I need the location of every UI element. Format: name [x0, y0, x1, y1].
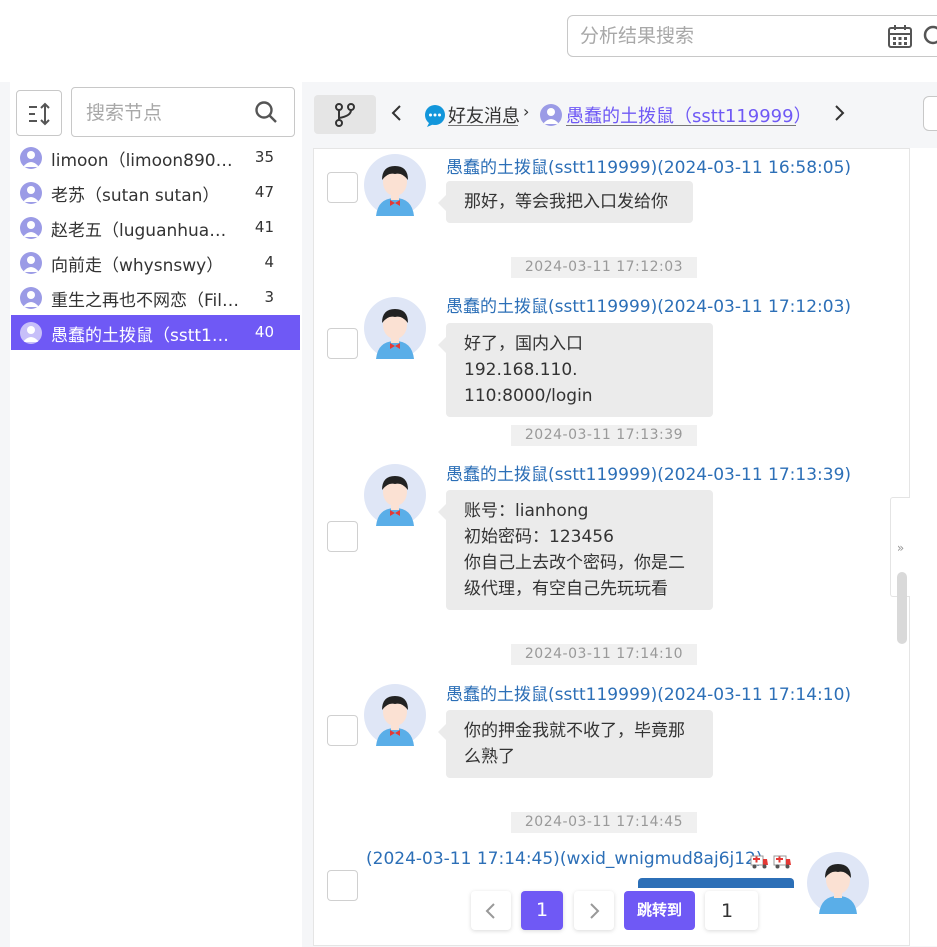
- breadcrumb-separator: ›: [523, 102, 530, 121]
- friend-name: limoon（limoon890…: [51, 151, 233, 171]
- user-avatar-icon: [20, 322, 42, 344]
- analysis-search-box[interactable]: [567, 15, 937, 57]
- friend-item[interactable]: 重生之再也不网恋（Fil… 3: [11, 280, 300, 315]
- timestamp-divider: 2024-03-11 17:13:39: [511, 425, 697, 446]
- message-text: 么熟了: [464, 747, 515, 767]
- user-avatar-icon: [20, 147, 42, 169]
- user-avatar-icon: [20, 252, 42, 274]
- user-avatar-icon: [20, 182, 42, 204]
- friend-name: 愚蠢的土拨鼠（sstt1…: [51, 326, 229, 346]
- message-count: 4: [264, 253, 274, 271]
- message-text: 好了，国内入口192.168.110.: [464, 334, 583, 380]
- friend-item[interactable]: 向前走（whysnswy） 4: [11, 245, 300, 280]
- sort-icon: [29, 102, 50, 126]
- message-text: 110:8000/login: [464, 386, 593, 406]
- message-meta: (2024-03-11 17:14:45)(wxid_wnigmud8aj6j1…: [366, 849, 763, 869]
- chevron-right-icon[interactable]: [832, 102, 846, 128]
- friend-item[interactable]: 老苏（sutan sutan） 47: [11, 175, 300, 210]
- chevron-left-icon[interactable]: [390, 102, 404, 128]
- message-meta: 愚蠢的土拨鼠(sstt119999)(2024-03-11 17:14:10): [446, 685, 852, 705]
- chevron-right-icon: [590, 903, 600, 919]
- message-count: 41: [254, 218, 274, 236]
- user-avatar-icon: [364, 297, 426, 359]
- user-avatar-icon: [540, 104, 562, 126]
- toolbar-button[interactable]: [923, 96, 937, 131]
- message-count: 47: [254, 183, 274, 201]
- message-bubble-self: [638, 878, 794, 888]
- message-checkbox[interactable]: [327, 328, 358, 359]
- node-search-box[interactable]: [71, 87, 295, 137]
- user-avatar-icon: [364, 464, 426, 526]
- message-text: 级代理，有空自己先玩玩看: [464, 579, 668, 599]
- ambulance-icon: [773, 855, 791, 869]
- friend-item-active[interactable]: 愚蠢的土拨鼠（sstt1… 40: [11, 315, 300, 350]
- message-meta: 愚蠢的土拨鼠(sstt119999)(2024-03-11 17:13:39): [446, 465, 852, 485]
- side-panel: [910, 148, 937, 946]
- calendar-icon[interactable]: [887, 24, 913, 54]
- user-avatar-icon: [807, 852, 869, 914]
- message-meta: 愚蠢的土拨鼠(sstt119999)(2024-03-11 17:12:03): [446, 297, 852, 317]
- search-icon[interactable]: [922, 24, 937, 54]
- friend-name: 重生之再也不网恋（Fil…: [51, 291, 239, 311]
- user-avatar-icon: [20, 287, 42, 309]
- jump-page-input[interactable]: [705, 891, 758, 930]
- timestamp-divider: 2024-03-11 17:14:45: [511, 812, 697, 833]
- chevron-left-icon: [485, 903, 495, 919]
- message-count: 40: [254, 323, 274, 341]
- message-checkbox[interactable]: [327, 172, 358, 203]
- node-search-input[interactable]: [86, 100, 246, 126]
- breadcrumb-underline: [566, 125, 796, 126]
- search-icon[interactable]: [254, 100, 278, 130]
- analysis-search-input[interactable]: [580, 24, 870, 48]
- message-text: 账号：lianhong: [464, 501, 589, 521]
- timestamp-divider: 2024-03-11 17:12:03: [511, 257, 697, 278]
- friend-name: 赵老五（luguanhua…: [51, 221, 227, 241]
- message-bubble: 好了，国内入口192.168.110. 110:8000/login: [438, 323, 713, 417]
- message-meta: 愚蠢的土拨鼠(sstt119999)(2024-03-11 16:58:05): [446, 158, 852, 178]
- message-text: 那好，等会我把入口发给你: [464, 192, 668, 212]
- friend-item[interactable]: limoon（limoon890… 35: [11, 140, 300, 175]
- message-bubble: 你的押金我就不收了，毕竟那 么熟了: [438, 710, 713, 778]
- message-checkbox[interactable]: [327, 521, 358, 552]
- user-avatar-icon: [364, 684, 426, 746]
- friend-name: 向前走（whysnswy）: [51, 256, 224, 276]
- branch-button[interactable]: [314, 95, 376, 134]
- message-text: 你自己上去改个密码，你是二: [464, 553, 685, 573]
- message-text: 你的押金我就不收了，毕竟那: [464, 721, 685, 741]
- friend-item[interactable]: 赵老五（luguanhua… 41: [11, 210, 300, 245]
- jump-to-page-button[interactable]: 跳转到: [624, 891, 695, 930]
- message-count: 3: [264, 288, 274, 306]
- next-page-button[interactable]: [574, 891, 614, 930]
- message-count: 35: [254, 148, 274, 166]
- friend-name: 老苏（sutan sutan）: [51, 186, 220, 206]
- prev-page-button[interactable]: [471, 891, 511, 930]
- message-text: 初始密码：123456: [464, 527, 614, 547]
- scrollbar-thumb[interactable]: [897, 572, 907, 644]
- message-bubble: 那好，等会我把入口发给你: [438, 181, 693, 223]
- message-checkbox[interactable]: [327, 870, 358, 901]
- timestamp-divider: 2024-03-11 17:14:10: [511, 644, 697, 665]
- user-avatar-icon: [364, 154, 426, 216]
- branch-icon: [335, 103, 355, 127]
- breadcrumb-underline: [448, 125, 518, 126]
- left-gutter: [0, 82, 10, 947]
- message-checkbox[interactable]: [327, 715, 358, 746]
- user-avatar-icon: [20, 217, 42, 239]
- current-page-button[interactable]: 1: [521, 891, 563, 930]
- message-bubble: 账号：lianhong 初始密码：123456 你自己上去改个密码，你是二 级代…: [438, 490, 713, 610]
- ambulance-icon: [750, 855, 768, 869]
- sort-button[interactable]: [16, 90, 62, 136]
- chat-bubble-icon: [423, 104, 447, 132]
